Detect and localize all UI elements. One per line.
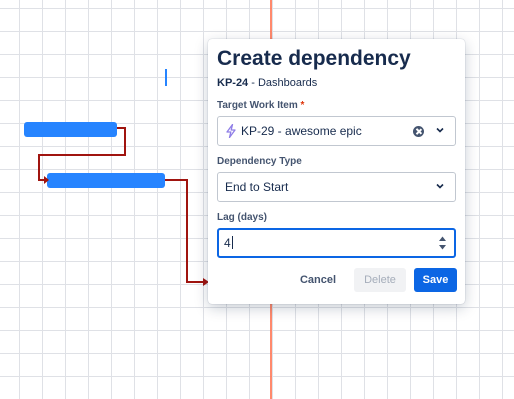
dependency-link-b-to-new	[165, 179, 203, 283]
dependency-link-a-to-b	[38, 127, 126, 181]
dependency-type-label: Dependency Type	[217, 156, 302, 167]
cancel-button[interactable]: Cancel	[296, 268, 340, 292]
text-caret	[231, 236, 233, 249]
chevron-down-icon[interactable]	[435, 125, 445, 135]
source-work-item: KP-24 - Dashboards	[217, 77, 317, 89]
dialog-title: Create dependency	[217, 47, 411, 70]
number-stepper-icon[interactable]	[438, 234, 447, 252]
source-work-item-key: KP-24	[217, 77, 249, 89]
epic-lightning-icon	[226, 124, 236, 138]
lag-days-label: Lag (days)	[217, 212, 268, 223]
delete-button[interactable]: Delete	[354, 268, 406, 292]
dependency-type-select[interactable]: End to Start	[217, 172, 456, 202]
lag-days-value: 4	[224, 236, 233, 250]
clear-icon[interactable]	[413, 126, 424, 137]
dependency-type-value: End to Start	[225, 180, 289, 194]
lag-days-value-text: 4	[224, 236, 231, 250]
chevron-down-icon[interactable]	[435, 181, 445, 191]
dependency-arrowhead-b	[44, 176, 49, 184]
create-dependency-dialog: Create dependency KP-24 - Dashboards Tar…	[208, 39, 465, 304]
lag-days-input[interactable]: 4	[217, 228, 456, 258]
save-button[interactable]: Save	[414, 268, 457, 292]
required-marker: *	[300, 100, 305, 111]
source-work-item-name: Dashboards	[257, 77, 318, 89]
target-work-item-value: KP-29 - awesome epic	[241, 124, 362, 138]
target-work-item-label: Target Work Item *	[217, 100, 304, 111]
target-work-item-label-text: Target Work Item	[217, 100, 298, 111]
target-work-item-select[interactable]: KP-29 - awesome epic	[217, 116, 456, 146]
source-work-item-separator: -	[248, 77, 258, 89]
